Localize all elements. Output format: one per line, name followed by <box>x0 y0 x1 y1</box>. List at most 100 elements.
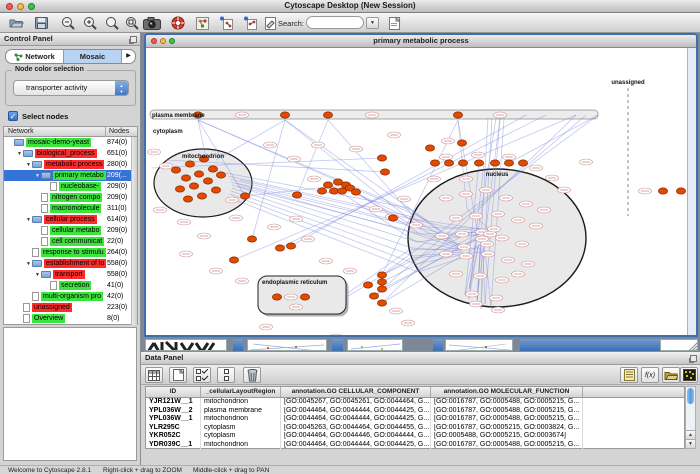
zoom-out-icon[interactable] <box>58 15 78 31</box>
table-cell[interactable]: [GO:0044464, GO:0044444, GO:0044425, G..… <box>281 415 431 424</box>
selected-gene-node[interactable] <box>208 166 217 172</box>
table-row[interactable]: YKR052Ccytoplasm[GO:0044464, GO:0044446,… <box>146 432 684 441</box>
zoom-in-icon[interactable] <box>80 15 100 31</box>
tree-expander-icon[interactable]: ▼ <box>25 162 32 168</box>
selected-gene-node[interactable] <box>280 112 289 118</box>
background-window-fragment[interactable] <box>445 339 513 351</box>
table-cell[interactable]: cytoplasm <box>201 432 281 441</box>
table-cell[interactable]: [GO:0044464, GO:0044444, GO:0044425, G..… <box>281 441 431 450</box>
tree-item-nitrogen-compo[interactable]: nitrogen compo209(0) <box>4 192 137 203</box>
zoom-view-icon[interactable] <box>169 38 175 44</box>
background-window-edge[interactable] <box>520 339 660 351</box>
gene-node[interactable] <box>330 334 343 335</box>
table-cell[interactable]: mitochondrion <box>201 398 281 407</box>
background-window-edge[interactable] <box>433 339 443 351</box>
table-header-row[interactable]: ID_cellularLayoutRegionannotation.GO CEL… <box>146 387 684 398</box>
network-canvas[interactable]: plasma membranecytoplasmmitochondrionnuc… <box>146 48 687 335</box>
selected-gene-node[interactable] <box>518 160 527 166</box>
selected-gene-node[interactable] <box>216 172 225 178</box>
table-cell[interactable]: [GO:0016787, GO:0005215, GO:0003824, G..… <box>431 424 583 433</box>
close-view-icon[interactable] <box>151 38 157 44</box>
tree-item-nucleobase-[interactable]: nucleobase-209(0) <box>4 181 137 192</box>
selected-gene-node[interactable] <box>490 160 499 166</box>
selected-gene-node[interactable] <box>676 188 685 194</box>
network-tree[interactable]: mosaic-demo-yeast874(0)▼biological_proce… <box>3 137 138 325</box>
attribute-table-icon[interactable] <box>145 367 163 383</box>
tree-item-overview[interactable]: Overview8(0) <box>4 313 137 324</box>
table-row[interactable]: YPL036W__2plasma membrane[GO:0044464, GO… <box>146 407 684 416</box>
open-folder-icon[interactable] <box>6 15 26 31</box>
zoom-selected-icon[interactable] <box>122 15 142 31</box>
selected-gene-node[interactable] <box>323 182 332 188</box>
column-header[interactable]: ID <box>146 387 201 397</box>
snapshot-icon[interactable] <box>140 15 164 31</box>
tree-item-secretion[interactable]: secretion41(0) <box>4 280 137 291</box>
function-builder-icon[interactable]: f(x) <box>641 367 659 383</box>
delete-attribute-icon[interactable] <box>243 367 261 383</box>
new-attribute-icon[interactable] <box>169 367 187 383</box>
zoom-fit-icon[interactable] <box>102 15 122 31</box>
selected-gene-node[interactable] <box>175 186 184 192</box>
background-window-edge[interactable] <box>233 339 243 351</box>
table-cell[interactable]: [GO:0045267, GO:0045261, GO:0044464, G..… <box>281 398 431 407</box>
tree-item-primary-metabo[interactable]: ▼primary metabo209(... <box>4 170 137 181</box>
unselect-attributes-icon[interactable] <box>217 367 235 383</box>
table-cell[interactable]: YDR039C__1 <box>146 441 201 450</box>
scroll-up-icon[interactable]: ▲ <box>686 430 695 439</box>
table-cell[interactable]: [GO:0045263, GO:0044464, GO:0044455, G..… <box>281 424 431 433</box>
selected-gene-node[interactable] <box>194 171 203 177</box>
column-header[interactable]: _cellularLayoutRegion <box>201 387 281 397</box>
selected-gene-node[interactable] <box>377 279 386 285</box>
tree-item-cellular-process[interactable]: ▼cellular process614(0) <box>4 214 137 225</box>
scroll-down-icon[interactable]: ▼ <box>686 439 695 448</box>
selected-gene-node[interactable] <box>292 192 301 198</box>
selected-gene-node[interactable] <box>658 188 667 194</box>
float-panel-icon[interactable] <box>690 355 697 362</box>
zoom-window-icon[interactable] <box>28 3 35 10</box>
selected-gene-node[interactable] <box>458 160 467 166</box>
tree-item-biological-process[interactable]: ▼biological_process651(0) <box>4 148 137 159</box>
table-cell[interactable]: [GO:0044464, GO:0044444, GO:0044425, G..… <box>281 407 431 416</box>
tree-item-transport[interactable]: ▼transport558(0) <box>4 269 137 280</box>
selected-gene-node[interactable] <box>388 215 397 221</box>
background-window-fragment[interactable] <box>347 339 403 351</box>
table-cell[interactable]: [GO:0016787, GO:0005488, GO:0005215, G..… <box>431 415 583 424</box>
tree-expander-icon[interactable]: ▼ <box>16 151 23 157</box>
table-cell[interactable]: [GO:0044464, GO:0044446, GO:0044444, G..… <box>281 432 431 441</box>
selected-gene-node[interactable] <box>247 236 256 242</box>
selected-gene-node[interactable] <box>211 187 220 193</box>
selected-gene-node[interactable] <box>380 169 389 175</box>
selected-gene-node[interactable] <box>457 140 466 146</box>
save-icon[interactable] <box>31 15 51 31</box>
help-lifebuoy-icon[interactable] <box>168 15 188 31</box>
selected-gene-node[interactable] <box>377 272 386 278</box>
selected-gene-node[interactable] <box>444 160 453 166</box>
background-window-zoomed-labels[interactable] <box>145 339 227 351</box>
table-row[interactable]: YJR121W__1mitochondrion[GO:0045267, GO:0… <box>146 398 684 407</box>
select-nodes-checkbox[interactable]: ✓ <box>8 111 18 121</box>
selected-gene-node[interactable] <box>377 155 386 161</box>
table-row[interactable]: YDR039C__1mitochondrion[GO:0044464, GO:0… <box>146 441 684 450</box>
close-window-icon[interactable] <box>6 3 13 10</box>
table-scrollbar[interactable]: ▲ ▼ <box>685 386 696 449</box>
plugin-network-a-icon[interactable] <box>216 15 236 31</box>
matrix-icon[interactable] <box>680 367 698 383</box>
float-panel-icon[interactable] <box>130 36 137 43</box>
selected-gene-node[interactable] <box>197 193 206 199</box>
table-cell[interactable]: [GO:0005488, GO:0005215, GO:0003674] <box>431 432 583 441</box>
vizmapper-icon[interactable] <box>192 15 212 31</box>
tree-item-response-to-stimulu[interactable]: response to stimulu264(0) <box>4 247 137 258</box>
node-color-combobox[interactable]: transporter activity ▲▼ <box>13 80 129 96</box>
selected-gene-node[interactable] <box>351 189 360 195</box>
tree-item-unassigned[interactable]: unassigned223(0) <box>4 302 137 313</box>
selected-gene-node[interactable] <box>181 175 190 181</box>
network-view-window[interactable]: primary metabolic process plasma membran… <box>144 33 698 337</box>
selected-gene-node[interactable] <box>369 293 378 299</box>
network-window-controls[interactable] <box>151 38 175 44</box>
resize-grip[interactable] <box>660 339 698 351</box>
minimize-view-icon[interactable] <box>160 38 166 44</box>
tree-expander-icon[interactable]: ▼ <box>25 261 32 267</box>
scrollbar-thumb[interactable] <box>687 388 694 404</box>
tree-item-metabolic-process[interactable]: ▼metabolic process280(0) <box>4 159 137 170</box>
search-input[interactable] <box>306 16 364 29</box>
